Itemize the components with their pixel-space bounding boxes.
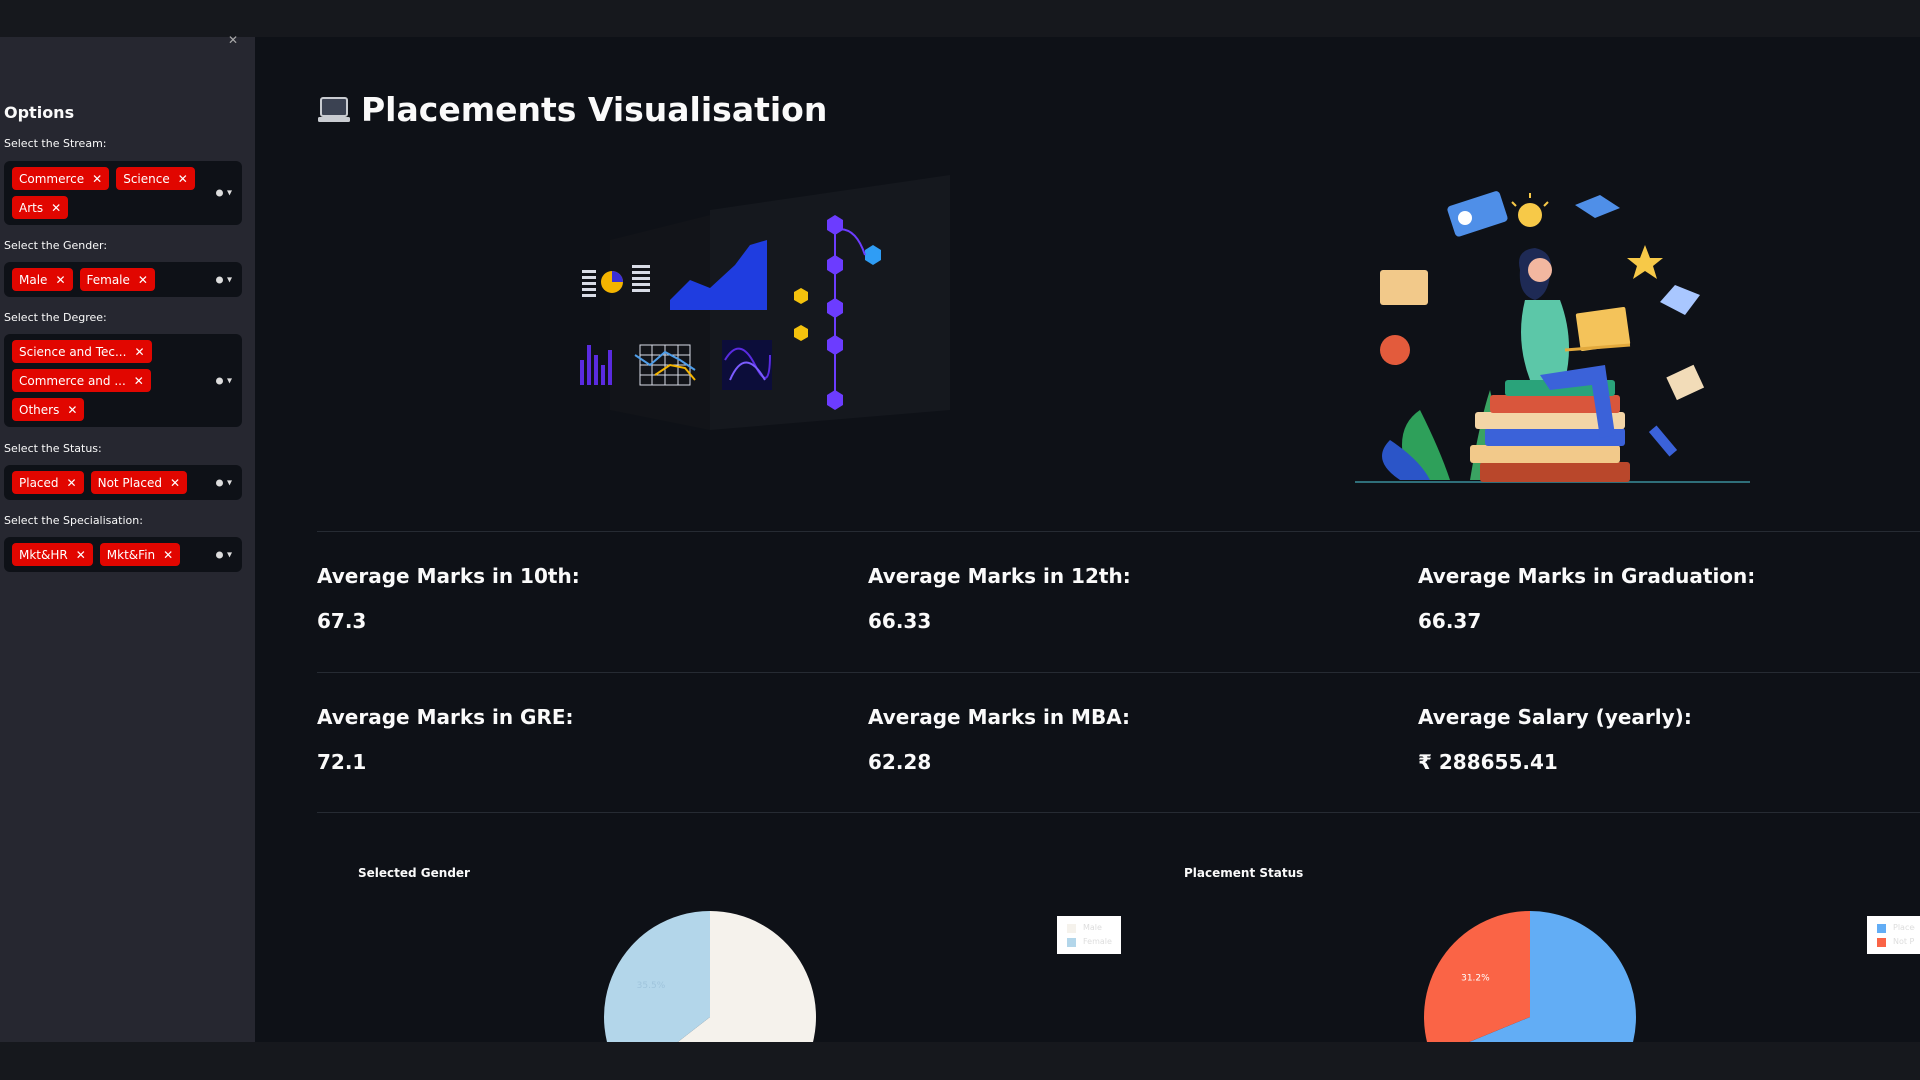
metric-label-gre: Average Marks in GRE: [317,705,574,729]
degree-label: Select the Degree: [4,311,107,324]
gender-chart-title: Selected Gender [358,866,470,880]
chevron-down-icon[interactable]: ▾ [227,274,232,285]
tag-label: Commerce and ... [19,373,126,388]
degree-tag: Others ✕ [12,398,85,421]
specialisation-multiselect[interactable]: Mkt&HR ✕ Mkt&Fin ✕ ▾ [4,537,242,572]
chevron-down-icon[interactable]: ▾ [227,188,232,199]
specialisation-tag: Mkt&Fin ✕ [99,543,181,566]
legend-label-male: Male [1083,923,1102,932]
metric-value-10th: 67.3 [317,609,367,633]
student-illustration [1355,191,1750,483]
metric-value-salary: ₹ 288655.41 [1418,750,1558,774]
tag-label: Others [19,402,60,417]
metric-label-10th: Average Marks in 10th: [317,564,580,588]
chevron-down-icon[interactable]: ▾ [227,549,232,560]
tag-label: Placed [19,475,59,490]
chevron-down-icon[interactable]: ▾ [227,477,232,488]
tag-label: Female [86,272,130,287]
metric-label-12th: Average Marks in 12th: [868,564,1131,588]
tag-label: Mkt&HR [19,547,68,562]
status-tag: Not Placed ✕ [90,471,188,494]
bottom-bar [0,1042,1920,1080]
tag-label: Arts [19,200,44,215]
remove-tag-icon[interactable]: ✕ [51,202,61,214]
remove-tag-icon[interactable]: ✕ [67,477,77,489]
remove-tag-icon[interactable]: ✕ [138,274,148,286]
sidebar-title: Options [4,103,75,122]
metric-label-salary: Average Salary (yearly): [1418,705,1692,729]
tag-label: Not Placed [97,475,162,490]
legend-swatch-female [1067,938,1076,947]
legend-label-placed: Placed [1893,923,1915,932]
metric-value-gre: 72.1 [317,750,367,774]
clear-icon[interactable] [215,189,223,197]
legend-label-female: Female [1083,937,1112,946]
sidebar: ✕ Options Select the Stream: Commerce ✕ S… [0,33,255,1042]
status-multiselect[interactable]: Placed ✕ Not Placed ✕ ▾ [4,465,242,500]
metric-value-12th: 66.33 [868,609,932,633]
divider [317,531,1920,532]
chevron-down-icon[interactable]: ▾ [227,375,232,386]
legend-label-not-placed: Not Placed [1893,937,1915,946]
gender-tag: Male ✕ [12,268,73,291]
placement-chart-title: Placement Status [1184,866,1304,880]
metric-value-mba: 62.28 [868,750,932,774]
tag-label: Commerce [19,171,85,186]
degree-tag: Science and Tec... ✕ [12,340,152,363]
stream-label: Select the Stream: [4,137,107,150]
clear-icon[interactable] [215,377,223,384]
tag-label: Science [123,171,170,186]
degree-multiselect[interactable]: Science and Tec... ✕ Commerce and ... ✕ Ot… [4,334,242,427]
stream-tag: Science ✕ [116,167,195,190]
degree-tag: Commerce and ... ✕ [12,369,151,392]
legend-swatch-placed [1877,924,1886,933]
clear-icon[interactable] [215,479,223,486]
divider [317,812,1920,813]
page-title: Placements Visualisation [317,90,827,129]
top-header-bar [0,0,1920,37]
stream-tag: Commerce ✕ [12,167,110,190]
laptop-icon [318,96,350,122]
remove-tag-icon[interactable]: ✕ [134,346,144,358]
status-tag: Placed ✕ [12,471,84,494]
placement-legend[interactable]: Placed Not Placed [1867,916,1920,954]
tag-label: Mkt&Fin [106,547,156,562]
dashboard-illustration [580,175,950,430]
remove-tag-icon[interactable]: ✕ [55,274,65,286]
remove-tag-icon[interactable]: ✕ [76,549,86,561]
status-label: Select the Status: [4,442,102,455]
remove-tag-icon[interactable]: ✕ [178,173,188,185]
page-title-text: Placements Visualisation [361,90,828,129]
metric-label-graduation: Average Marks in Graduation: [1418,564,1756,588]
gender-multiselect[interactable]: Male ✕ Female ✕ ▾ [4,262,242,297]
placement-pie-chart: 31.2% [1424,911,1636,1042]
specialisation-label: Select the Specialisation: [4,514,143,527]
remove-tag-icon[interactable]: ✕ [67,404,77,416]
pie-slice-female[interactable] [604,911,710,1042]
collapse-sidebar-icon[interactable]: ✕ [228,33,238,47]
specialisation-tag: Mkt&HR ✕ [12,543,93,566]
pie-data-label: 35.5% [637,981,666,991]
legend-swatch-not-placed [1877,938,1886,947]
clear-icon[interactable] [215,551,223,558]
metric-value-graduation: 66.37 [1418,609,1482,633]
pie-data-label: 31.2% [1461,973,1490,983]
divider [317,672,1920,673]
remove-tag-icon[interactable]: ✕ [163,549,173,561]
tag-label: Science and Tec... [19,344,127,359]
metric-label-mba: Average Marks in MBA: [868,705,1131,729]
remove-tag-icon[interactable]: ✕ [170,477,180,489]
gender-legend[interactable]: Male Female [1057,916,1121,954]
legend-swatch-male [1067,924,1076,933]
gender-pie-chart: 35.5% [604,911,816,1042]
stream-tag: Arts ✕ [12,196,69,219]
stream-multiselect[interactable]: Commerce ✕ Science ✕ Arts ✕ ▾ [4,161,242,225]
gender-tag: Female ✕ [79,268,155,291]
remove-tag-icon[interactable]: ✕ [134,375,144,387]
tag-label: Male [19,272,48,287]
remove-tag-icon[interactable]: ✕ [92,173,102,185]
clear-icon[interactable] [215,276,223,283]
gender-label: Select the Gender: [4,239,108,252]
